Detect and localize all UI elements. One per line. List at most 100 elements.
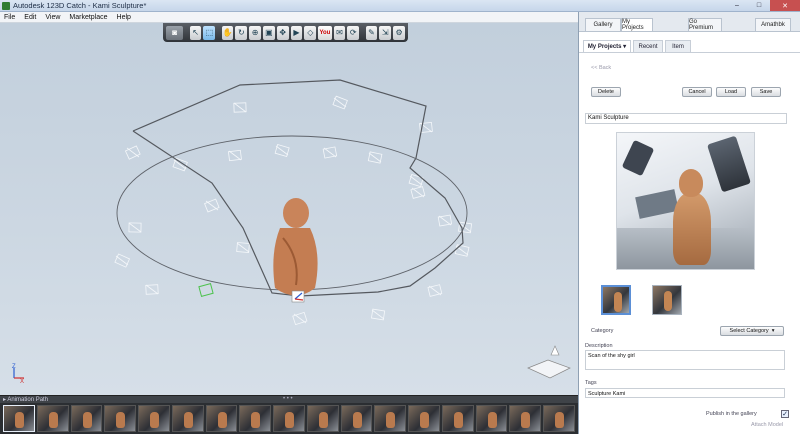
photo-filmstrip <box>0 403 578 434</box>
export-icon[interactable]: ⇲ <box>379 25 392 40</box>
menu-marketplace[interactable]: Marketplace <box>69 14 107 21</box>
publish-checkbox[interactable]: ✓ <box>781 410 789 418</box>
photo-thumbnail[interactable] <box>239 405 272 432</box>
menu-bar: File Edit View Marketplace Help <box>0 12 578 23</box>
subtab-recent[interactable]: Recent <box>633 40 663 53</box>
delete-button[interactable]: Delete <box>591 87 621 97</box>
load-button[interactable]: Load <box>716 87 746 97</box>
menu-edit[interactable]: Edit <box>24 14 36 21</box>
photo-thumbnail[interactable] <box>273 405 305 432</box>
attach-model-link[interactable]: Attach Model <box>751 422 783 428</box>
tab-gallery[interactable]: Gallery <box>585 18 621 31</box>
viewcube-icon[interactable] <box>527 345 571 379</box>
close-button[interactable]: ✕ <box>770 0 800 11</box>
sculpture-model[interactable] <box>273 198 318 296</box>
save-button[interactable]: Save <box>751 87 781 97</box>
sub-tabs: My Projects ▾ Recent Item <box>579 40 800 53</box>
filmstrip-header: ▸ Animation Path • • • <box>0 395 578 403</box>
minimize-button[interactable]: – <box>726 0 748 11</box>
photo-thumbnail[interactable] <box>306 405 339 432</box>
rotate-icon[interactable]: ⟳ <box>347 25 360 40</box>
photo-thumbnail[interactable] <box>104 405 137 432</box>
category-select[interactable]: Select Category ▾ <box>720 326 784 336</box>
selected-camera-icon[interactable] <box>198 283 214 297</box>
camera-frustum-edge <box>228 150 242 161</box>
window-title: Autodesk 123D Catch - Kami Sculpture* <box>13 1 147 10</box>
share-icon[interactable]: ✉ <box>333 25 346 40</box>
category-select-value: Select Category <box>729 328 769 334</box>
category-label: Category <box>591 328 614 334</box>
camera-frustum-edge <box>236 242 250 253</box>
camera-frustum-edge <box>428 285 442 296</box>
youtube-icon[interactable]: You <box>318 25 332 40</box>
axis-indicator-icon: Z X <box>12 364 24 385</box>
camera-frustum-edge <box>128 222 142 233</box>
tags-field[interactable]: Sculpture Kami <box>585 388 785 398</box>
fit-icon[interactable]: ✥ <box>276 25 289 40</box>
photo-thumbnail[interactable] <box>408 405 440 432</box>
photo-thumbnail[interactable] <box>441 405 474 432</box>
camera-frustum-edge <box>438 215 452 226</box>
model-preview-image <box>616 132 755 270</box>
menu-file[interactable]: File <box>4 14 15 21</box>
photo-thumbnail[interactable] <box>171 405 204 432</box>
camera-frustum-edge <box>368 152 382 163</box>
publish-label: Publish in the gallery <box>706 411 757 417</box>
back-link[interactable]: << Back <box>591 65 611 71</box>
photo-thumbnail[interactable] <box>340 405 373 432</box>
zoom-icon[interactable]: ⊕ <box>249 25 262 40</box>
photo-thumbnail[interactable] <box>374 405 407 432</box>
chevron-down-icon: ▾ <box>771 328 775 334</box>
photo-thumbnail[interactable] <box>138 405 170 432</box>
camera-frustum-edge <box>233 102 247 113</box>
preview-thumbnail-selected[interactable] <box>601 285 631 315</box>
svg-text:Z: Z <box>12 364 16 370</box>
camera-frustum-edge <box>371 309 385 320</box>
app-icon <box>2 2 10 10</box>
3d-viewport[interactable]: Z X ◙ ↖ ⬚ ✋ ↻ ⊕ ▣ ✥ ▶ ◇ You ✉ ⟳ ✎ ⇲ ⚙ <box>0 23 578 395</box>
pen-icon[interactable]: ✎ <box>365 25 378 40</box>
camera-frustum-edge <box>293 313 307 324</box>
select-tool-icon[interactable]: ↖ <box>189 25 202 40</box>
photo-thumbnail[interactable] <box>3 405 35 432</box>
description-label: Description <box>585 343 613 349</box>
top-tabs: Gallery My Projects Go Premium Amathbk <box>579 12 800 32</box>
svg-text:X: X <box>20 379 24 385</box>
frame-icon[interactable]: ▣ <box>263 25 275 40</box>
filmstrip-grip-icon[interactable]: • • • <box>283 396 293 402</box>
tab-my-projects[interactable]: My Projects <box>621 18 653 31</box>
pan-icon[interactable]: ✋ <box>221 25 234 40</box>
description-field[interactable]: Scan of the shy girl <box>585 350 785 370</box>
orbit-icon[interactable]: ↻ <box>235 25 248 40</box>
photo-thumbnail[interactable] <box>475 405 508 432</box>
tab-account[interactable]: Amathbk <box>755 18 791 31</box>
menu-view[interactable]: View <box>45 14 60 21</box>
filmstrip-label[interactable]: ▸ Animation Path <box>3 396 48 403</box>
cancel-button[interactable]: Cancel <box>682 87 712 97</box>
tags-label: Tags <box>585 380 597 386</box>
camera-frustum-edge <box>323 147 337 158</box>
photo-thumbnail[interactable] <box>543 405 576 432</box>
preview-thumbnail[interactable] <box>652 285 682 315</box>
video-icon[interactable]: ▶ <box>290 25 303 40</box>
main-toolbar: ◙ ↖ ⬚ ✋ ↻ ⊕ ▣ ✥ ▶ ◇ You ✉ ⟳ ✎ ⇲ ⚙ <box>163 23 408 42</box>
measure-icon[interactable]: ◇ <box>304 25 317 40</box>
subtab-my-projects[interactable]: My Projects ▾ <box>583 40 631 53</box>
subtab-item[interactable]: Item <box>665 40 691 53</box>
gizmo-icon[interactable] <box>291 290 305 303</box>
camera-icon[interactable]: ◙ <box>166 25 184 40</box>
maximize-button[interactable]: □ <box>748 0 770 11</box>
camera-frustum-edge <box>411 187 425 198</box>
camera-frustum-edge <box>205 200 219 211</box>
select-region-icon[interactable]: ⬚ <box>203 25 216 40</box>
photo-thumbnail[interactable] <box>36 405 69 432</box>
tab-go-premium[interactable]: Go Premium <box>688 18 722 31</box>
settings-icon[interactable]: ⚙ <box>393 25 405 40</box>
camera-frustum-edge <box>126 147 140 158</box>
project-name-field[interactable]: Kami Sculpture <box>585 113 787 124</box>
scene-canvas: Z X <box>12 79 571 385</box>
photo-thumbnail[interactable] <box>70 405 103 432</box>
photo-thumbnail[interactable] <box>205 405 238 432</box>
menu-help[interactable]: Help <box>117 14 131 21</box>
photo-thumbnail[interactable] <box>509 405 542 432</box>
